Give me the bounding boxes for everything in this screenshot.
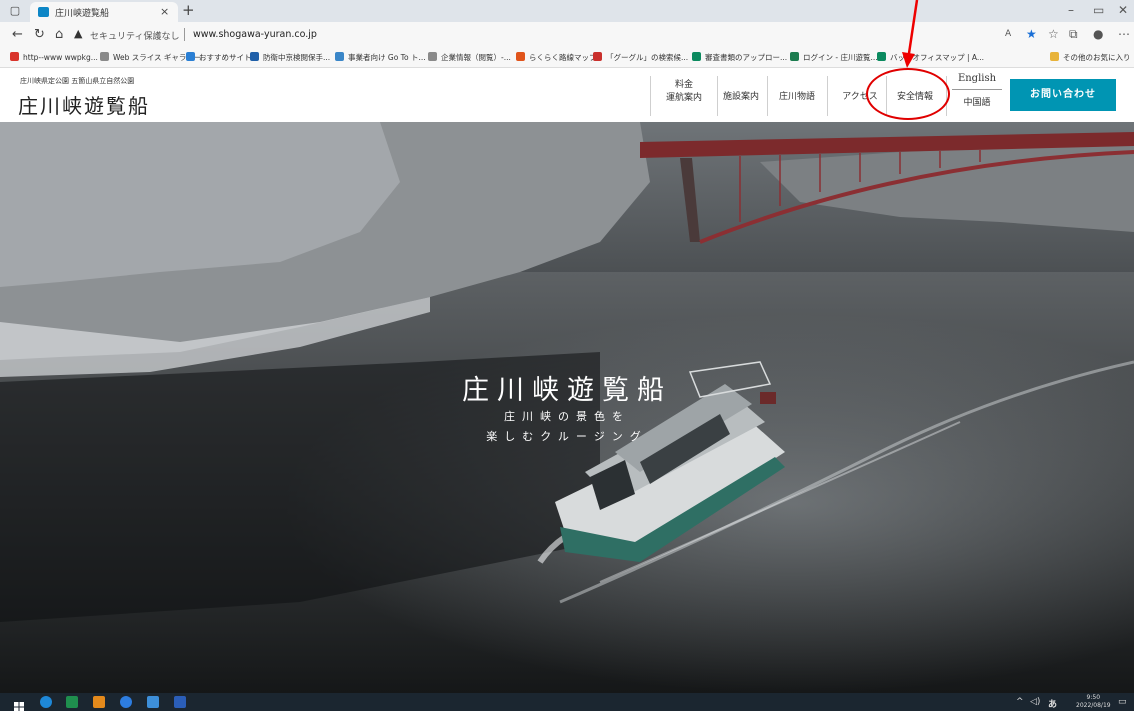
- bookmark-item[interactable]: 審査書類のアップロー...: [692, 52, 787, 63]
- bookmark-icon: [516, 52, 525, 61]
- tab-actions-icon[interactable]: ▢: [8, 4, 22, 18]
- bookmark-icon: [186, 52, 195, 61]
- tab-title: 庄川峡遊覧船: [55, 9, 110, 19]
- hero-tagline-line1: 庄川峡の景色を: [504, 410, 630, 423]
- other-favorites[interactable]: その他のお気に入り: [1050, 52, 1131, 63]
- bookmark-item[interactable]: 「グーグル」の検索候...: [593, 52, 688, 63]
- file-explorer-icon[interactable]: [147, 696, 159, 708]
- windows-taskbar: ^ ◁) あ 9:50 2022/08/19 ▭: [0, 693, 1134, 711]
- annotation-arrow-icon: [902, 0, 919, 68]
- bookmark-item[interactable]: 防衛中京検閲保手...: [250, 52, 330, 63]
- volume-icon[interactable]: ◁): [1030, 697, 1040, 707]
- address-divider: [184, 28, 185, 41]
- bookmark-icon: [335, 52, 344, 61]
- profile-icon[interactable]: ●: [1093, 27, 1103, 41]
- read-aloud-icon[interactable]: A: [1005, 29, 1011, 39]
- bookmark-item[interactable]: 事業者向け Go To ト...: [335, 52, 426, 63]
- bookmark-icon: [877, 52, 886, 61]
- site-favicon-icon: [38, 7, 49, 17]
- folder-icon: [1050, 52, 1059, 61]
- bookmark-icon: [692, 52, 701, 61]
- bookmark-item[interactable]: ログイン - 庄川遊覧...: [790, 52, 878, 63]
- tray-expand-icon[interactable]: ^: [1016, 697, 1024, 707]
- new-tab-button[interactable]: +: [182, 1, 195, 19]
- more-menu-icon[interactable]: ⋯: [1118, 27, 1130, 41]
- word-icon[interactable]: [174, 696, 186, 708]
- bookmark-icon: [790, 52, 799, 61]
- nav-divider: [650, 76, 651, 116]
- system-clock[interactable]: 9:50 2022/08/19: [1076, 694, 1111, 710]
- windows-start-icon[interactable]: [14, 697, 24, 711]
- bookmark-icon: [593, 52, 602, 61]
- security-status[interactable]: セキュリティ保護なし: [90, 29, 179, 42]
- site-logo[interactable]: 庄川峡遊覧船: [18, 90, 150, 119]
- warning-icon[interactable]: ▲: [74, 27, 82, 40]
- back-icon[interactable]: ←: [12, 27, 23, 42]
- favorites-list-icon[interactable]: ☆: [1048, 27, 1059, 41]
- excel-icon[interactable]: [66, 696, 78, 708]
- bookmark-item[interactable]: バックオフィスマップ | A...: [877, 52, 984, 63]
- bookmark-icon: [250, 52, 259, 61]
- contact-button[interactable]: お問い合わせ: [1010, 79, 1116, 111]
- annotation-circle: [866, 68, 950, 120]
- lang-english[interactable]: English: [952, 73, 1002, 90]
- refresh-icon[interactable]: ↻: [34, 27, 45, 42]
- bookmark-icon: [428, 52, 437, 61]
- ime-indicator[interactable]: あ: [1048, 697, 1057, 710]
- close-tab-button[interactable]: ×: [160, 5, 169, 18]
- bookmark-icon: [100, 52, 109, 61]
- hero-title: 庄川峡遊覧船: [462, 375, 672, 406]
- notification-icon[interactable]: ▭: [1118, 697, 1127, 707]
- browser-tab-bar: ▢ 庄川峡遊覧船 × + – ▭ ✕: [0, 0, 1134, 22]
- bookmark-icon: [10, 52, 19, 61]
- favorite-star-icon[interactable]: ★: [1026, 27, 1037, 41]
- bookmark-item[interactable]: http--www wwpkg...: [10, 52, 98, 62]
- hero-tagline-line2: 楽しむクルージング: [486, 430, 648, 443]
- minimize-icon[interactable]: –: [1068, 3, 1074, 17]
- bookmark-item[interactable]: おすすめサイト: [186, 52, 252, 63]
- language-switcher: English 中国語: [952, 73, 1002, 108]
- bookmark-item[interactable]: 企業情報（閲覧）-...: [428, 52, 511, 63]
- browser-tab[interactable]: 庄川峡遊覧船 ×: [30, 2, 178, 22]
- address-bar: ← ↻ ⌂ ▲ セキュリティ保護なし www.shogawa-yuran.co.…: [0, 22, 1134, 48]
- hero-image: 庄川峡遊覧船 庄川峡の景色を 楽しむクルージング: [0, 122, 1134, 693]
- nav-story[interactable]: 庄川物語: [768, 89, 826, 102]
- outlook-icon[interactable]: [93, 696, 105, 708]
- window-close-icon[interactable]: ✕: [1118, 3, 1128, 17]
- nav-divider: [827, 76, 828, 116]
- bookmarks-bar: http--www wwpkg... Web スライス ギャラリー おすすめサイ…: [0, 48, 1134, 68]
- edge-browser-icon[interactable]: [40, 696, 52, 708]
- lang-chinese[interactable]: 中国語: [952, 90, 1002, 108]
- meeting-app-icon[interactable]: [120, 696, 132, 708]
- bookmark-item[interactable]: らくらく路線マップ: [516, 52, 597, 63]
- collections-icon[interactable]: ⧉: [1069, 27, 1078, 42]
- restore-icon[interactable]: ▭: [1093, 3, 1104, 17]
- site-subtitle: 庄川峡県定公園 五箇山県立自然公園: [20, 77, 135, 85]
- home-icon[interactable]: ⌂: [55, 27, 63, 42]
- url-field[interactable]: www.shogawa-yuran.co.jp: [193, 29, 317, 40]
- site-header: 庄川峡県定公園 五箇山県立自然公園 庄川峡遊覧船 料金 運航案内 施設案内 庄川…: [0, 68, 1134, 122]
